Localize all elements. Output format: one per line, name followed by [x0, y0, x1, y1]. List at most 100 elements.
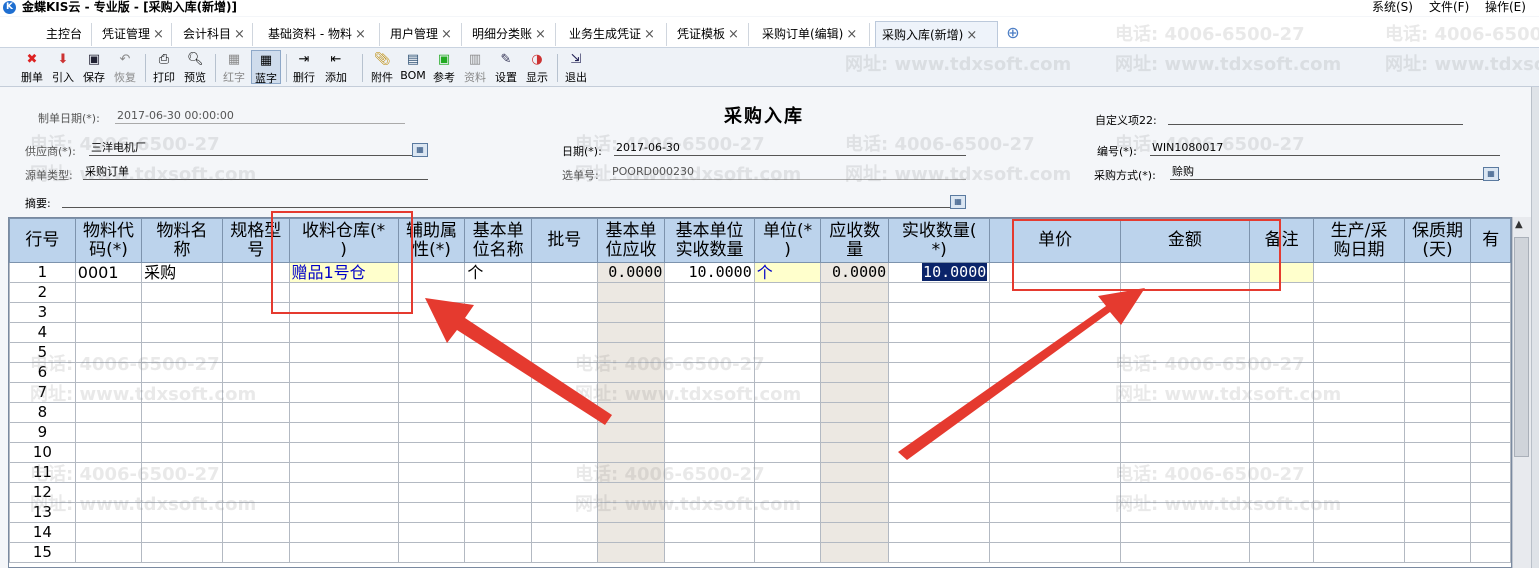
- cell-note[interactable]: [1248, 402, 1315, 423]
- cell-actual-qty[interactable]: [888, 322, 991, 343]
- cell-batch[interactable]: [531, 522, 598, 543]
- cell-due-qty[interactable]: [820, 422, 890, 443]
- cell-name[interactable]: [141, 362, 223, 383]
- restore-button[interactable]: ↶ 恢复: [110, 50, 140, 84]
- cell-prod-date[interactable]: [1313, 282, 1405, 303]
- cell-prod-date[interactable]: [1313, 342, 1405, 363]
- cell-batch[interactable]: [531, 422, 598, 443]
- bom-button[interactable]: ▤ BOM: [398, 50, 428, 84]
- cell-batch[interactable]: [531, 542, 598, 563]
- col-header-warehouse[interactable]: 收料仓库(*): [288, 218, 399, 263]
- col-header-spec[interactable]: 规格型号: [221, 218, 290, 263]
- cell-spec[interactable]: [221, 442, 290, 463]
- cell-amount[interactable]: [1120, 322, 1250, 343]
- cell-base-qty[interactable]: [664, 502, 755, 523]
- col-header-aux-attr[interactable]: 辅助属 性(*): [397, 218, 466, 263]
- cell-warehouse[interactable]: [288, 282, 399, 303]
- cell-warehouse[interactable]: [288, 442, 399, 463]
- cell-spec[interactable]: [221, 282, 290, 303]
- supplier-lookup-icon[interactable]: ▦: [412, 143, 428, 157]
- cell-price[interactable]: [989, 542, 1121, 563]
- cell-prod-date[interactable]: [1313, 482, 1405, 503]
- add-line-button[interactable]: ⇤ 添加: [321, 50, 351, 84]
- cell-name[interactable]: [141, 502, 223, 523]
- cell-amount[interactable]: [1120, 262, 1250, 283]
- cell-shelf[interactable]: [1403, 342, 1472, 363]
- col-header-amount[interactable]: 金额: [1120, 218, 1250, 263]
- cell-code[interactable]: [74, 522, 143, 543]
- tab-voucher-template[interactable]: 凭证模板 ×: [671, 23, 749, 46]
- cell-warehouse[interactable]: [288, 482, 399, 503]
- cell-unit[interactable]: [753, 502, 822, 523]
- cell-code[interactable]: 0001: [74, 262, 143, 283]
- material-button[interactable]: ▥ 资料: [460, 50, 490, 84]
- cell-aux[interactable]: [397, 302, 466, 323]
- scrollbar-thumb[interactable]: [1514, 237, 1529, 457]
- cell-unit[interactable]: [753, 342, 822, 363]
- cell-unit[interactable]: [753, 362, 822, 383]
- cell-amount[interactable]: [1120, 282, 1250, 303]
- tab-gen-voucher[interactable]: 业务生成凭证 ×: [563, 23, 667, 46]
- grid-vertical-scrollbar[interactable]: ▲: [1512, 217, 1531, 568]
- cell-prod-date[interactable]: [1313, 322, 1405, 343]
- table-row[interactable]: 15: [9, 542, 1511, 563]
- cell-base-unit[interactable]: [464, 402, 533, 423]
- col-header-shelf-life[interactable]: 保质期 (天): [1403, 218, 1472, 263]
- cell-base-qty[interactable]: [664, 402, 755, 423]
- cell-name[interactable]: [141, 282, 223, 303]
- cell-amount[interactable]: [1120, 522, 1250, 543]
- cell-code[interactable]: [74, 442, 143, 463]
- cell-unit[interactable]: 个: [753, 262, 822, 283]
- cell-base-qty[interactable]: [664, 342, 755, 363]
- cell-base-due[interactable]: [596, 382, 666, 403]
- cell-prod-date[interactable]: [1313, 362, 1405, 383]
- cell-more[interactable]: [1470, 402, 1511, 423]
- cell-batch[interactable]: [531, 442, 598, 463]
- cell-base-unit[interactable]: [464, 542, 533, 563]
- cell-batch[interactable]: [531, 282, 598, 303]
- cell-base-due[interactable]: [596, 322, 666, 343]
- cell-spec[interactable]: [221, 362, 290, 383]
- cell-base-qty[interactable]: [664, 382, 755, 403]
- close-icon[interactable]: ×: [846, 27, 857, 42]
- cell-price[interactable]: [989, 482, 1121, 503]
- cell-base-qty[interactable]: [664, 442, 755, 463]
- cell-prod-date[interactable]: [1313, 542, 1405, 563]
- cell-warehouse[interactable]: [288, 422, 399, 443]
- close-icon[interactable]: ×: [153, 27, 164, 42]
- table-row[interactable]: 7: [9, 382, 1511, 403]
- cell-actual-qty[interactable]: [888, 362, 991, 383]
- cell-amount[interactable]: [1120, 382, 1250, 403]
- cell-warehouse[interactable]: [288, 522, 399, 543]
- cell-more[interactable]: [1470, 362, 1511, 383]
- cell-spec[interactable]: [221, 402, 290, 423]
- col-header-base-qty[interactable]: 基本单位 实收数量: [664, 218, 755, 263]
- summary-field[interactable]: [62, 193, 966, 208]
- cell-amount[interactable]: [1120, 302, 1250, 323]
- cell-base-unit[interactable]: [464, 522, 533, 543]
- cell-due-qty[interactable]: [820, 462, 890, 483]
- cell-code[interactable]: [74, 462, 143, 483]
- cell-due-qty[interactable]: [820, 482, 890, 503]
- add-tab-icon[interactable]: ⊕: [1006, 25, 1020, 41]
- col-header-base-due[interactable]: 基本单 位应收: [596, 218, 666, 263]
- cell-code[interactable]: [74, 502, 143, 523]
- cell-code[interactable]: [74, 422, 143, 443]
- cell-unit[interactable]: [753, 542, 822, 563]
- red-button[interactable]: ▦ 红字: [219, 50, 249, 84]
- cell-shelf[interactable]: [1403, 482, 1472, 503]
- cell-unit[interactable]: [753, 302, 822, 323]
- cell-prod-date[interactable]: [1313, 462, 1405, 483]
- cell-more[interactable]: [1470, 302, 1511, 323]
- cell-name[interactable]: [141, 322, 223, 343]
- cell-aux[interactable]: [397, 442, 466, 463]
- cell-note[interactable]: [1248, 522, 1315, 543]
- cell-prod-date[interactable]: [1313, 502, 1405, 523]
- cell-prod-date[interactable]: [1313, 262, 1405, 283]
- cell-shelf[interactable]: [1403, 282, 1472, 303]
- cell-unit[interactable]: [753, 522, 822, 543]
- cell-spec[interactable]: [221, 542, 290, 563]
- cell-actual-qty[interactable]: [888, 382, 991, 403]
- cell-shelf[interactable]: [1403, 542, 1472, 563]
- close-icon[interactable]: ×: [535, 27, 546, 42]
